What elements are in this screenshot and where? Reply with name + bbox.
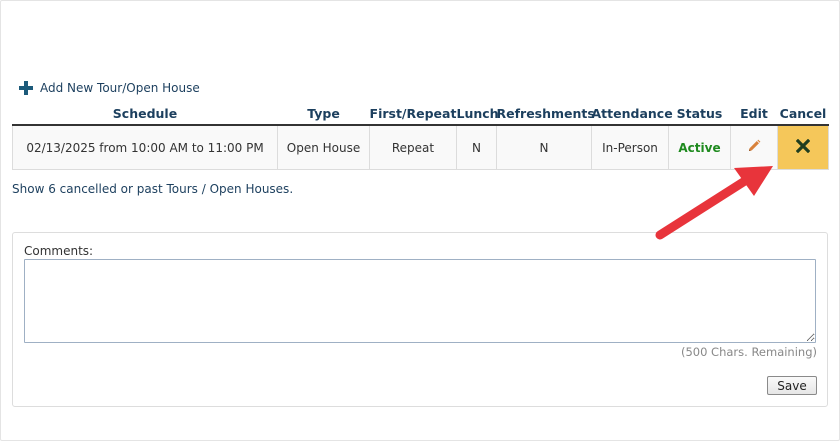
header-type: Type: [277, 102, 370, 126]
chars-remaining: (500 Chars. Remaining): [680, 345, 817, 359]
header-first-repeat: First/Repeat: [369, 102, 457, 126]
header-cancel: Cancel: [777, 102, 829, 126]
edit-button[interactable]: [730, 125, 778, 170]
table-row: 02/13/2025 from 10:00 AM to 11:00 PM Ope…: [12, 125, 829, 170]
header-edit: Edit: [730, 102, 778, 126]
cell-lunch: N: [456, 125, 497, 170]
tours-table: Schedule Type First/Repeat Lunch Refresh…: [12, 102, 829, 170]
header-status: Status: [668, 102, 731, 126]
cell-first-repeat: Repeat: [369, 125, 457, 170]
comments-textarea[interactable]: [24, 259, 816, 343]
header-lunch: Lunch: [456, 102, 499, 126]
table-header-row: Schedule Type First/Repeat Lunch Refresh…: [12, 102, 829, 126]
comments-label: Comments:: [24, 244, 94, 258]
header-schedule: Schedule: [12, 102, 278, 126]
comments-panel: Comments: (500 Chars. Remaining) Save: [12, 232, 828, 407]
header-attendance: Attendance: [591, 102, 673, 126]
cell-attendance: In-Person: [591, 125, 669, 170]
cell-type: Open House: [277, 125, 370, 170]
header-refreshments: Refreshments: [496, 102, 595, 126]
save-button[interactable]: Save: [767, 376, 817, 395]
show-cancelled-link[interactable]: Show 6 cancelled or past Tours / Open Ho…: [12, 182, 293, 196]
add-tour-link[interactable]: Add New Tour/Open House: [19, 79, 200, 97]
x-icon: [795, 138, 811, 154]
pencil-icon: [749, 139, 761, 151]
cell-schedule: 02/13/2025 from 10:00 AM to 11:00 PM: [12, 125, 278, 170]
cell-status: Active: [668, 125, 731, 170]
add-tour-label: Add New Tour/Open House: [40, 81, 200, 95]
cell-refreshments: N: [496, 125, 592, 170]
plus-icon: [19, 81, 33, 95]
cancel-button[interactable]: [777, 125, 829, 170]
